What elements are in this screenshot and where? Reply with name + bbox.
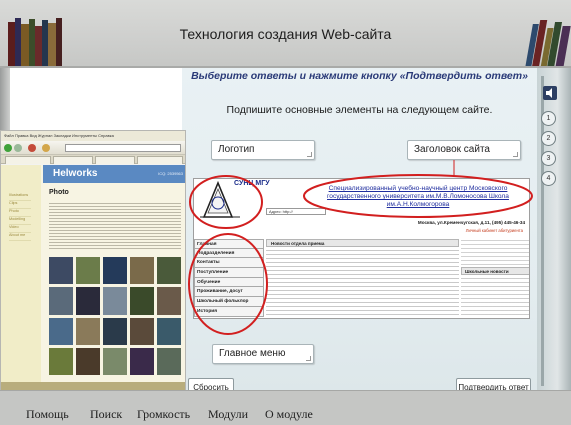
home-icon (42, 144, 50, 152)
menu-help[interactable]: Помощь (26, 407, 69, 422)
header: Технология создания Web-сайта (0, 0, 571, 68)
resize-grip-icon (513, 152, 518, 157)
target-menu-item: Поступление (194, 268, 264, 278)
photo-thumb (157, 347, 181, 375)
photo-thumb (103, 287, 127, 315)
nav-step-3[interactable]: 3 (541, 151, 556, 166)
demo-nav-link: Modelling (9, 217, 31, 225)
browser-tab (5, 156, 51, 164)
photo-thumb (49, 317, 73, 345)
browser-screenshot: Файл Правка Вид Журнал Закладки Инструме… (0, 130, 186, 393)
task-text: Подпишите основные элементы на следующем… (226, 104, 493, 116)
site-title-answer-text: Заголовок сайта (414, 144, 490, 155)
demo-page-heading: Photo (49, 189, 69, 196)
target-site-main-menu: Главная Подразделения Контакты Поступлен… (194, 239, 264, 317)
logo-answer-field[interactable]: Логотип (211, 140, 315, 160)
photo-thumb (130, 257, 154, 285)
browser-tabs (1, 155, 185, 164)
nav-step-2[interactable]: 2 (541, 131, 556, 146)
photo-thumb (130, 287, 154, 315)
photo-thumb (49, 287, 73, 315)
demo-nav-link: Video (9, 225, 31, 233)
photo-thumb (103, 257, 127, 285)
menu-about-module[interactable]: О модуле (265, 407, 313, 422)
target-site-news: Новости отдела приема (266, 239, 459, 318)
browser-toolbar (1, 141, 185, 155)
target-school-news-header: Школьные новости (461, 267, 529, 275)
photo-thumb (130, 347, 154, 375)
bottom-menu-bar: Помощь Поиск Громкость Модули О модуле (0, 390, 571, 425)
target-menu-item: Главная (194, 239, 264, 249)
instruction-text: Выберите ответы и нажмите кнопку «Подтве… (191, 70, 528, 82)
page-title: Технология создания Web-сайта (179, 26, 392, 42)
photo-thumb (76, 287, 100, 315)
browser-address-bar (65, 144, 181, 152)
menu-volume[interactable]: Громкость (137, 407, 190, 422)
target-school-news-body (461, 275, 529, 317)
site-title-answer-field[interactable]: Заголовок сайта (407, 140, 521, 160)
main-menu-answer-text: Главное меню (219, 348, 286, 359)
demo-site-page: Illustrations Clips Photo Modelling Vide… (1, 165, 185, 392)
logo-answer-text: Логотип (218, 144, 255, 155)
target-site-header: СУНЦ МГУ Специализированный учебно-научн… (194, 179, 529, 218)
photo-thumb (49, 347, 73, 375)
main-menu-answer-field[interactable]: Главное меню (212, 344, 314, 364)
resize-grip-icon (306, 356, 311, 361)
target-site-cabinet-link: Личный кабинет абитуриента (465, 228, 523, 233)
target-site-screenshot: СУНЦ МГУ Специализированный учебно-научн… (193, 178, 530, 319)
photo-thumb (130, 317, 154, 345)
photo-thumb (76, 257, 100, 285)
target-menu-item: История (194, 306, 264, 317)
target-menu-item: Школьный фольклор (194, 297, 264, 307)
demo-site-sidebar: Illustrations Clips Photo Modelling Vide… (1, 165, 41, 392)
photo-thumb (157, 317, 181, 345)
menu-search[interactable]: Поиск (90, 407, 122, 422)
target-menu-item: Обучение (194, 277, 264, 288)
demo-site-name: Helworks (53, 168, 98, 179)
browser-tab (137, 156, 183, 164)
stop-icon (28, 144, 36, 152)
browser-menubar: Файл Правка Вид Журнал Закладки Инструме… (1, 131, 185, 141)
browser-tab (53, 156, 93, 164)
books-right-decoration (525, 16, 571, 68)
target-site-sidebar: Школьные новости (461, 237, 529, 318)
demo-nav-link: Photo (9, 209, 31, 217)
demo-photo-grid (49, 257, 181, 375)
speaker-icon[interactable] (543, 86, 557, 100)
browser-tab (95, 156, 135, 164)
resize-grip-icon (307, 152, 312, 157)
photo-thumb (103, 317, 127, 345)
target-menu-item: Контакты (194, 258, 264, 269)
demo-nav-link: About me (9, 233, 31, 241)
nav-step-4[interactable]: 4 (541, 171, 556, 186)
target-menu-item: Проживание, досуг (194, 287, 264, 298)
target-news-body (266, 247, 459, 317)
forward-icon (14, 144, 22, 152)
target-site-contact: Москва, ул.Кременчугская, д.11, (495) 44… (417, 220, 525, 225)
demo-lorem-text (49, 201, 181, 249)
target-news-header: Новости отдела приема (266, 239, 459, 247)
target-site-address-field: Адрес: http:// (266, 208, 326, 215)
books-left-decoration (8, 16, 64, 68)
demo-nav-link: Clips (9, 201, 31, 209)
demo-site-logo: Helworks ICQ: 2539563 (43, 165, 185, 183)
nav-step-1[interactable]: 1 (541, 111, 556, 126)
back-icon (4, 144, 12, 152)
demo-site-icq: ICQ: 2539563 (158, 171, 183, 176)
menu-modules[interactable]: Модули (208, 407, 248, 422)
target-side-announcement (461, 237, 529, 267)
photo-thumb (157, 287, 181, 315)
demo-nav-link: Illustrations (9, 193, 31, 201)
target-menu-item: Подразделения (194, 248, 264, 259)
site-stamp-text: СУНЦ МГУ (234, 180, 270, 187)
photo-thumb (49, 257, 73, 285)
photo-thumb (157, 257, 181, 285)
photo-thumb (76, 317, 100, 345)
photo-thumb (103, 347, 127, 375)
photo-thumb (76, 347, 100, 375)
target-site-title: Специализированный учебно-научный центр … (327, 185, 509, 208)
